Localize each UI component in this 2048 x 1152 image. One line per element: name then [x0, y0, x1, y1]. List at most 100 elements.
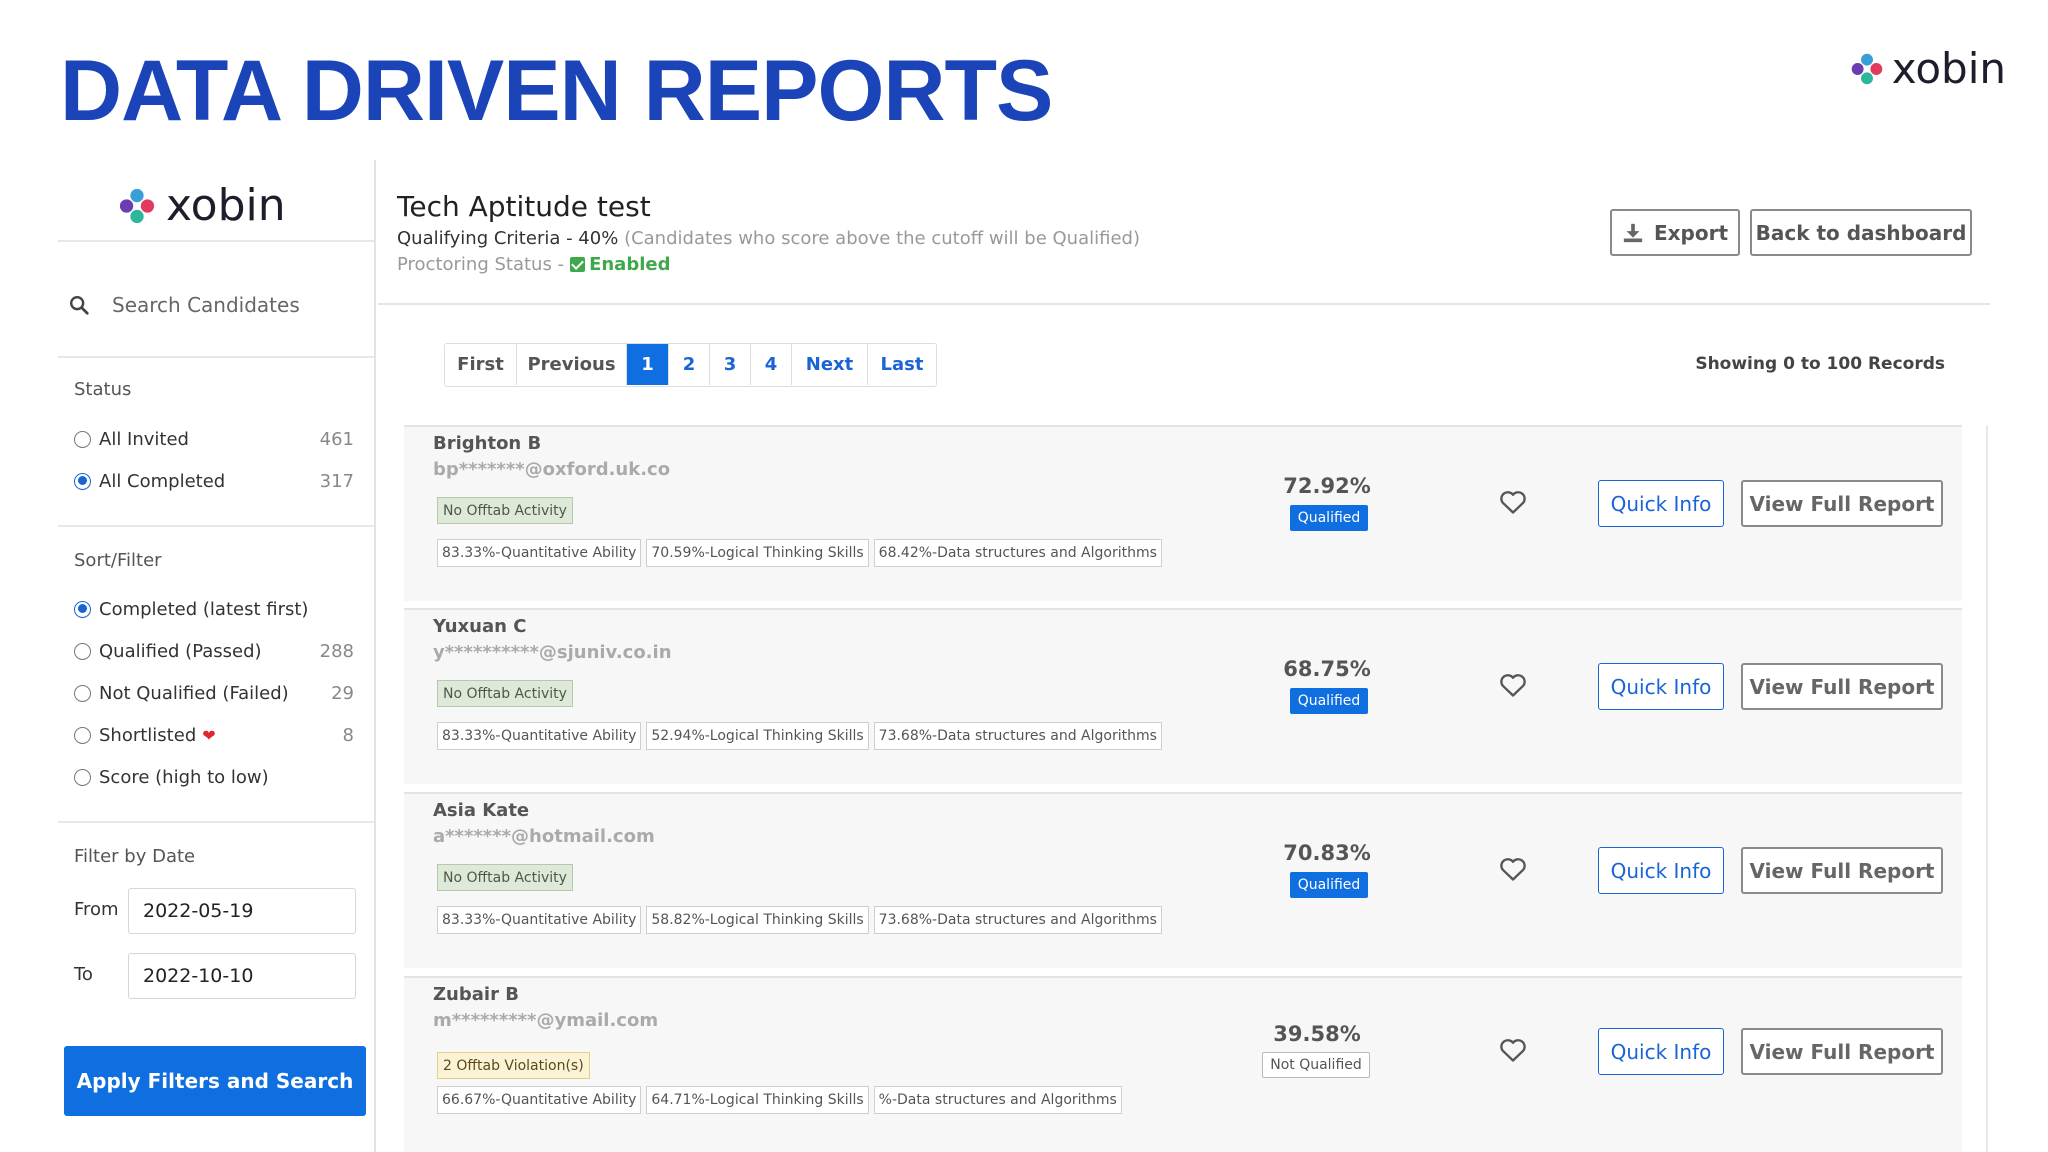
skill-score: 64.71%-Logical Thinking Skills: [646, 1086, 869, 1114]
view-full-report-button[interactable]: View Full Report: [1741, 480, 1943, 527]
candidate-row: Asia Kate a*******@hotmail.com No Offtab…: [404, 792, 1962, 968]
page-next[interactable]: Next: [792, 344, 868, 385]
candidate-score: 68.75%: [1283, 657, 1371, 681]
page-1[interactable]: 1: [627, 344, 669, 385]
shortlist-heart-button[interactable]: [1498, 671, 1528, 699]
export-button[interactable]: Export: [1610, 209, 1740, 256]
date-filter-heading: Filter by Date: [74, 846, 196, 867]
sidebar: Status All Invited 461 All Completed 317…: [58, 160, 376, 1152]
skill-score: 66.67%-Quantitative Ability: [437, 1086, 642, 1114]
offtab-badge: 2 Offtab Violation(s): [437, 1052, 590, 1079]
status-badge: Qualified: [1290, 688, 1368, 714]
export-label: Export: [1653, 220, 1729, 245]
candidate-row: Brighton B bp*******@oxford.uk.co No Off…: [404, 425, 1962, 601]
view-full-report-button[interactable]: View Full Report: [1741, 1028, 1943, 1075]
from-date-input[interactable]: [128, 888, 356, 934]
radio-button[interactable]: [74, 768, 91, 786]
option-count: 317: [319, 470, 354, 492]
skill-score: 73.68%-Data structures and Algorithms: [873, 906, 1162, 934]
candidate-email: bp*******@oxford.uk.co: [433, 459, 671, 480]
skill-score: 83.33%-Quantitative Ability: [437, 722, 642, 750]
quick-info-button[interactable]: Quick Info: [1598, 663, 1724, 710]
candidate-name: Brighton B: [433, 433, 542, 454]
records-count: Showing 0 to 100 Records: [1695, 354, 1945, 374]
skill-score: %-Data structures and Algorithms: [873, 1086, 1122, 1114]
quick-info-button[interactable]: Quick Info: [1598, 480, 1724, 527]
skill-score: 83.33%-Quantitative Ability: [437, 539, 642, 567]
candidate-search[interactable]: [68, 280, 368, 330]
status-heading: Status: [74, 379, 132, 400]
status-option-all-completed[interactable]: All Completed 317: [74, 466, 354, 496]
criteria-note: (Candidates who score above the cutoff w…: [624, 228, 1140, 249]
option-label: Not Qualified (Failed): [99, 682, 289, 704]
divider: [58, 240, 374, 242]
radio-button[interactable]: [74, 600, 91, 618]
candidate-row: Zubair B m*********@ymail.com 2 Offtab V…: [404, 976, 1962, 1152]
heart-icon: [1500, 1039, 1526, 1062]
offtab-badge: No Offtab Activity: [437, 680, 573, 707]
page-previous[interactable]: Previous: [517, 344, 627, 385]
xobin-logo-icon: [1851, 53, 1883, 84]
heart-icon: [1500, 858, 1526, 881]
shortlist-heart-button[interactable]: [1498, 855, 1528, 883]
shortlist-heart-button[interactable]: [1498, 488, 1528, 516]
sort-filter-heading: Sort/Filter: [74, 550, 162, 571]
skill-scores: 83.33%-Quantitative Ability 70.59%-Logic…: [437, 539, 1162, 567]
candidate-name: Yuxuan C: [433, 616, 527, 637]
page-2[interactable]: 2: [669, 344, 710, 385]
page-first[interactable]: First: [445, 344, 517, 385]
heart-filled-icon: ❤: [202, 725, 216, 745]
proctoring-label: Proctoring Status -: [397, 254, 565, 275]
radio-button[interactable]: [74, 684, 91, 702]
to-date-input[interactable]: [128, 953, 356, 999]
option-label: Qualified (Passed): [99, 640, 262, 662]
divider: [58, 821, 374, 823]
heart-icon: [1500, 491, 1526, 514]
skill-scores: 66.67%-Quantitative Ability 64.71%-Logic…: [437, 1086, 1122, 1114]
option-count: 8: [342, 724, 354, 746]
quick-info-button[interactable]: Quick Info: [1598, 1028, 1724, 1075]
quick-info-button[interactable]: Quick Info: [1598, 847, 1724, 894]
test-title: Tech Aptitude test: [397, 190, 651, 223]
sort-option-completed-latest[interactable]: Completed (latest first): [74, 594, 354, 624]
skill-scores: 83.33%-Quantitative Ability 58.82%-Logic…: [437, 906, 1162, 934]
option-label: Completed (latest first): [99, 598, 309, 620]
divider: [1986, 425, 1988, 1152]
radio-button[interactable]: [74, 642, 91, 660]
sort-option-score[interactable]: Score (high to low): [74, 762, 354, 792]
status-option-all-invited[interactable]: All Invited 461: [74, 424, 354, 454]
candidate-name: Zubair B: [433, 984, 519, 1005]
proctoring-value: Enabled: [589, 254, 671, 275]
radio-button[interactable]: [74, 472, 91, 490]
view-full-report-button[interactable]: View Full Report: [1741, 847, 1943, 894]
sort-option-not-qualified[interactable]: Not Qualified (Failed) 29: [74, 678, 354, 708]
sort-option-qualified[interactable]: Qualified (Passed) 288: [74, 636, 354, 666]
option-label: All Invited: [99, 428, 189, 450]
radio-button[interactable]: [74, 726, 91, 744]
skill-score: 58.82%-Logical Thinking Skills: [646, 906, 869, 934]
qualifying-criteria: Qualifying Criteria - 40% (Candidates wh…: [397, 228, 1140, 249]
candidate-email: y**********@sjuniv.co.in: [433, 642, 672, 663]
brand-name: xobin: [1891, 44, 2006, 93]
option-label: All Completed: [99, 470, 226, 492]
radio-button[interactable]: [74, 430, 91, 448]
xobin-logo-icon: [119, 188, 155, 223]
back-to-dashboard-button[interactable]: Back to dashboard: [1750, 209, 1972, 256]
view-full-report-button[interactable]: View Full Report: [1741, 663, 1943, 710]
sort-option-shortlisted[interactable]: Shortlisted ❤ 8: [74, 720, 354, 750]
option-label: Shortlisted: [99, 724, 197, 746]
page-4[interactable]: 4: [751, 344, 792, 385]
offtab-badge: No Offtab Activity: [437, 864, 573, 891]
divider: [58, 356, 374, 358]
candidate-score: 72.92%: [1283, 474, 1371, 498]
page-3[interactable]: 3: [710, 344, 751, 385]
status-badge: Qualified: [1290, 872, 1368, 898]
shortlist-heart-button[interactable]: [1498, 1036, 1528, 1064]
divider: [378, 303, 1990, 305]
page-last[interactable]: Last: [868, 344, 936, 385]
apply-filters-button[interactable]: Apply Filters and Search: [64, 1046, 366, 1116]
skill-score: 52.94%-Logical Thinking Skills: [646, 722, 869, 750]
option-count: 461: [319, 428, 354, 450]
candidate-row: Yuxuan C y**********@sjuniv.co.in No Off…: [404, 608, 1962, 784]
search-input[interactable]: [112, 293, 352, 317]
